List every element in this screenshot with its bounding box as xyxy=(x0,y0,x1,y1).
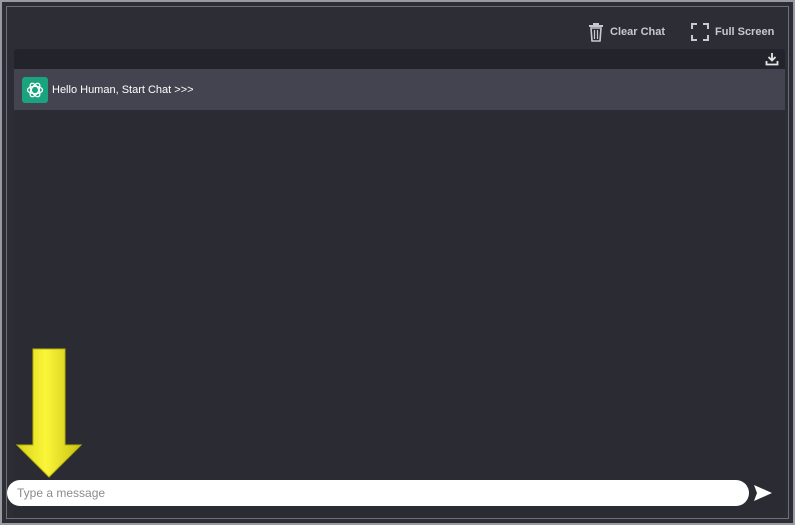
download-icon[interactable] xyxy=(765,52,779,66)
toolbar: Clear Chat Full Screen xyxy=(7,7,788,51)
down-arrow-icon xyxy=(13,345,83,480)
clear-chat-label: Clear Chat xyxy=(610,26,666,38)
message-row: Hello Human, Start Chat >>> xyxy=(14,69,785,110)
trash-icon xyxy=(588,22,604,42)
clear-chat-button[interactable]: Clear Chat xyxy=(588,21,665,43)
send-icon[interactable] xyxy=(752,483,774,503)
full-screen-label: Full Screen xyxy=(715,26,775,38)
message-text: Hello Human, Start Chat >>> xyxy=(52,83,194,96)
full-screen-button[interactable]: Full Screen xyxy=(691,21,774,43)
chat-app: Clear Chat Full Screen Hello Human, Star… xyxy=(6,6,789,519)
message-input-container xyxy=(7,480,749,506)
chat-panel-header xyxy=(14,49,785,69)
chat-panel: Hello Human, Start Chat >>> xyxy=(14,49,785,517)
window-frame: Clear Chat Full Screen Hello Human, Star… xyxy=(0,0,795,525)
fullscreen-icon xyxy=(691,23,709,41)
openai-logo-icon xyxy=(22,76,48,103)
message-input[interactable] xyxy=(7,480,749,506)
